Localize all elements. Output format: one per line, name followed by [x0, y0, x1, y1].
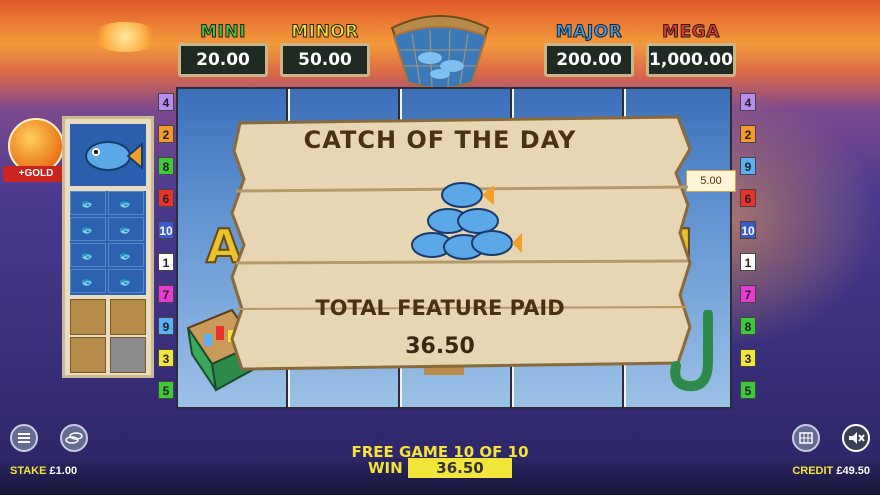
paytable-icon — [799, 432, 813, 444]
credit-display: CREDIT £49.50 — [792, 465, 870, 477]
stake-display: STAKE £1.00 — [10, 465, 77, 477]
paytable-button[interactable] — [792, 424, 820, 452]
win-label: WIN — [368, 459, 403, 477]
payline-marker: 8 — [158, 157, 174, 175]
payline-marker: 10 — [740, 221, 756, 239]
payline-marker: 4 — [158, 93, 174, 111]
fish-icon: 🐟 — [108, 191, 144, 215]
jackpot-mini: MINI 20.00 — [176, 22, 270, 80]
bet-button[interactable] — [60, 424, 88, 452]
payline-marker: 5 — [158, 381, 174, 399]
sound-muted-icon — [849, 432, 865, 444]
menu-button[interactable] — [10, 424, 38, 452]
win-value: 36.50 — [408, 458, 512, 478]
menu-icon — [18, 433, 30, 443]
sunset-sun — [90, 22, 160, 52]
jackpot-minor: MINOR 50.00 — [278, 22, 372, 80]
feature-subtitle: TOTAL FEATURE PAID — [315, 296, 565, 320]
feature-title: CATCH OF THE DAY — [303, 126, 577, 154]
jackpot-mega: MEGA 1,000.00 — [644, 22, 738, 80]
fish-icon: 🐟 — [70, 269, 106, 293]
payline-marker: 9 — [740, 157, 756, 175]
coins-icon — [65, 432, 83, 444]
fish-icon: 🐟 — [108, 243, 144, 267]
jackpot-mini-value: 20.00 — [178, 43, 268, 77]
fish-icon: 🐟 — [70, 243, 106, 267]
jackpot-mega-value: 1,000.00 — [646, 43, 736, 77]
fish-collection-grid: 🐟 🐟 🐟 🐟 🐟 🐟 🐟 🐟 — [70, 191, 146, 295]
credit-value: £49.50 — [836, 465, 870, 477]
fish-icon: 🐟 — [108, 217, 144, 241]
stake-value: £1.00 — [49, 465, 78, 477]
feature-amount: 36.50 — [405, 334, 475, 359]
fish-icon: 🐟 — [70, 217, 106, 241]
payline-marker: 6 — [740, 189, 756, 207]
sound-toggle-button[interactable] — [842, 424, 870, 452]
jackpot-major-value: 200.00 — [544, 43, 634, 77]
payline-marker: 4 — [740, 93, 756, 111]
fish-icon: 🐟 — [70, 191, 106, 215]
fish-icon: 🐟 — [108, 269, 144, 293]
credit-label: CREDIT — [792, 465, 834, 477]
jackpot-major: MAJOR 200.00 — [542, 22, 636, 80]
payline-marker: 1 — [740, 253, 756, 271]
payline-marker: 10 — [158, 221, 174, 239]
jackpot-minor-value: 50.00 — [280, 43, 370, 77]
fishing-net-icon — [390, 15, 490, 89]
payline-marker: 6 — [158, 189, 174, 207]
payline-marker: 5 — [740, 381, 756, 399]
payline-marker: 1 — [158, 253, 174, 271]
gold-ribbon: +GOLD — [3, 166, 69, 182]
stake-label: STAKE — [10, 465, 47, 477]
fish-hook-icon — [670, 310, 713, 392]
